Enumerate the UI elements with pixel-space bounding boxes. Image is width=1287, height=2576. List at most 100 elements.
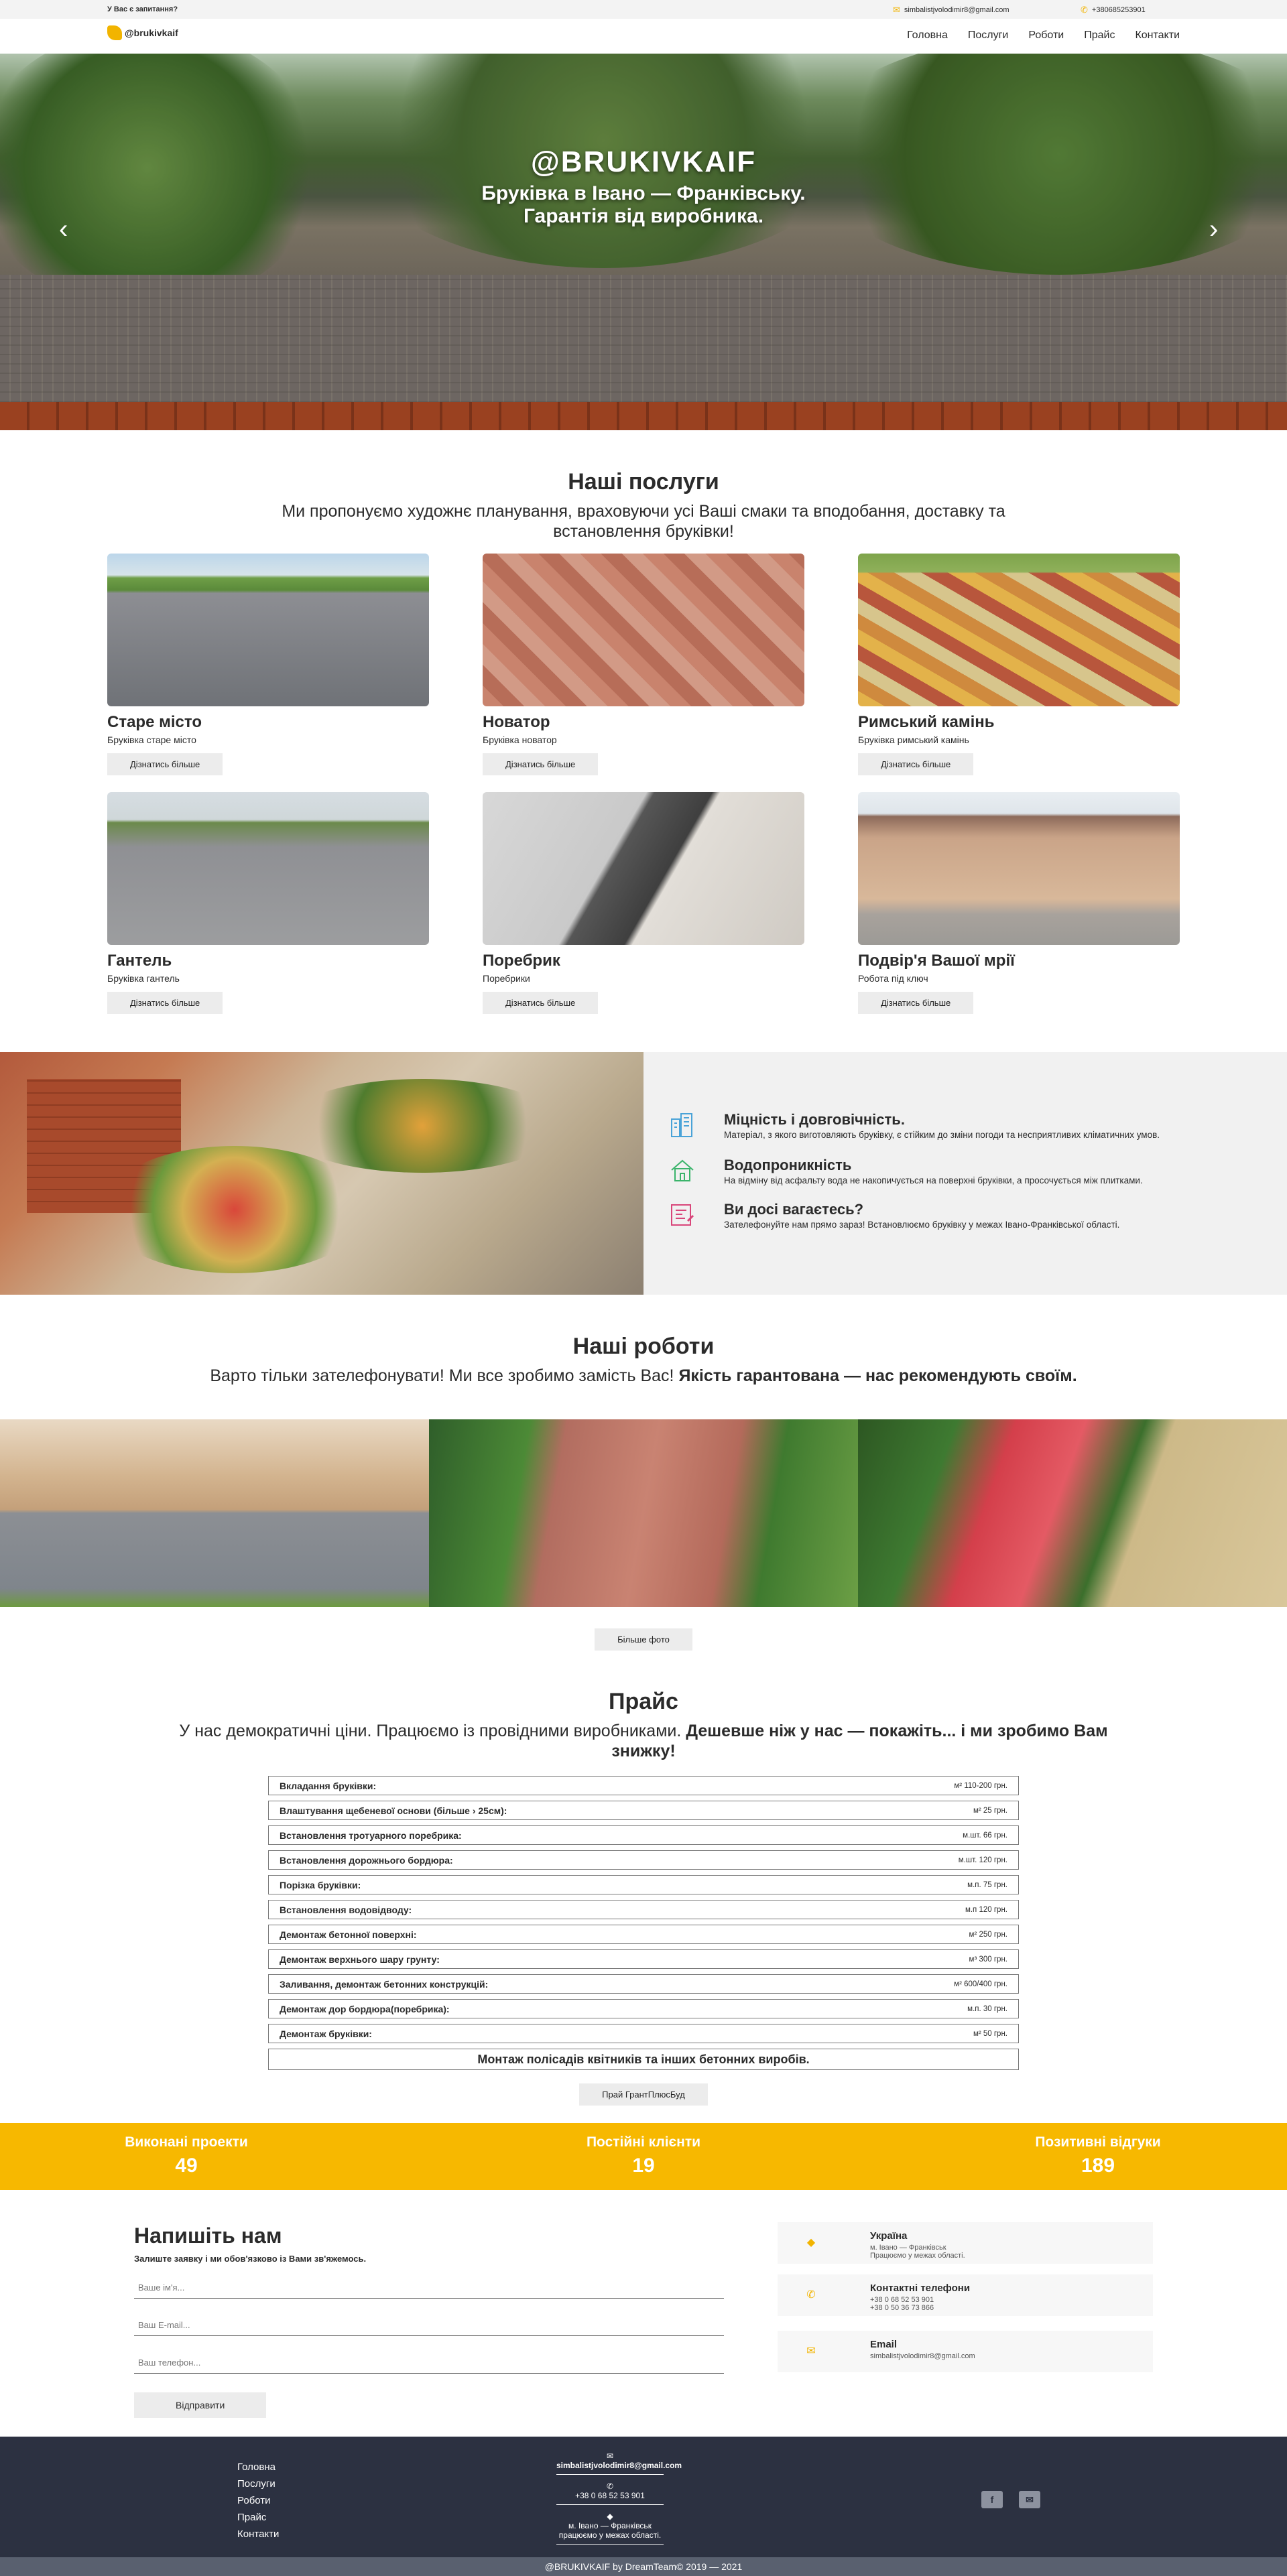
footer-nav-services[interactable]: Послуги: [237, 2475, 279, 2492]
phone-icon: ✆: [806, 2289, 816, 2301]
footer: Головна Послуги Роботи Прайс Контакти ✉ s…: [0, 2437, 1287, 2557]
topbar-email-text: simbalistjvolodimir8@gmail.com: [904, 6, 1009, 14]
footer-nav-home[interactable]: Головна: [237, 2459, 279, 2475]
service-desc: Бруківка гантель: [107, 973, 180, 984]
price-list-button[interactable]: Прай ГрантПлюсБуд: [579, 2083, 708, 2106]
logo[interactable]: @brukivkaif: [107, 25, 178, 40]
price-item: Порізка бруківки:: [280, 1879, 361, 1890]
info-title: Контактні телефони: [870, 2282, 971, 2294]
price-value: м² 110-200 грн.: [954, 1781, 1007, 1790]
footer-email-text: simbalistjvolodimir8@gmail.com: [556, 2461, 682, 2470]
stats-band: Виконані проекти 49 Постійні клієнти 19 …: [0, 2123, 1287, 2190]
mail-icon[interactable]: ✉: [1019, 2491, 1040, 2508]
more-photos-button[interactable]: Більше фото: [595, 1628, 692, 1651]
topbar-phone[interactable]: ✆ +380685253901: [1081, 5, 1146, 15]
price-value: м.п 120 грн.: [965, 1905, 1007, 1914]
footer-nav-works[interactable]: Роботи: [237, 2492, 279, 2509]
price-title: Прайс: [609, 1689, 678, 1714]
service-image: [858, 554, 1180, 706]
learn-more-button[interactable]: Дізнатись більше: [858, 992, 974, 1014]
price-mont-note: Монтаж полісадів квітників та інших бето…: [268, 2049, 1019, 2070]
phone-icon: ✆: [606, 2482, 614, 2491]
contact-form: Напишіть нам Залиште заявку і ми обов'яз…: [134, 2224, 724, 2418]
footer-nav-price[interactable]: Прайс: [237, 2509, 279, 2526]
work-photo[interactable]: [0, 1419, 429, 1607]
topbar-email[interactable]: ✉ simbalistjvolodimir8@gmail.com: [893, 5, 1009, 15]
hero-title: @BRUKIVKAIF: [530, 145, 757, 178]
price-row: Демонтаж верхнього шару грунту: м³ 300 гр…: [268, 1949, 1019, 1969]
price-value: м.шт. 120 грн.: [958, 1856, 1007, 1864]
footer-nav-contacts[interactable]: Контакти: [237, 2526, 279, 2542]
price-table: Вкладання бруківки: м² 110-200 грн. Влашт…: [268, 1776, 1019, 2106]
name-input[interactable]: [134, 2277, 724, 2299]
price-subtitle-plain: У нас демократичні ціни. Працюємо із про…: [179, 1722, 682, 1740]
info-text: м. Івано — Франківськ Працюємо у межах об…: [870, 2244, 965, 2260]
info-line[interactable]: simbalistjvolodimir8@gmail.com: [870, 2352, 975, 2360]
service-desc: Робота під ключ: [858, 973, 928, 984]
learn-more-button[interactable]: Дізнатись більше: [107, 992, 223, 1014]
more-photos-wrap: Більше фото: [568, 1628, 719, 1651]
service-title: Гантель: [107, 952, 172, 970]
info-line: м. Івано — Франківськ: [870, 2244, 946, 2252]
phone-input[interactable]: [134, 2352, 724, 2374]
slider-prev-icon[interactable]: ‹: [59, 214, 68, 245]
works-subtitle-bold: Якість гарантована — нас рекомендують св…: [678, 1366, 1077, 1385]
feature-text: На відміну від асфальту вода не накопичу…: [724, 1175, 1143, 1185]
services-title: Наші послуги: [568, 469, 719, 495]
nav-services[interactable]: Послуги: [968, 29, 1009, 42]
header: @brukivkaif Головна Послуги Роботи Прайс…: [0, 19, 1287, 54]
stat-reviews: Позитивні відгуки 189: [930, 2134, 1266, 2177]
info-line[interactable]: +38 0 68 52 53 901: [870, 2296, 934, 2304]
learn-more-button[interactable]: Дізнатись більше: [483, 992, 599, 1014]
feature-text: Матеріал, з якого виготовляють бруківку,…: [724, 1130, 1160, 1140]
price-item: Вкладання бруківки:: [280, 1780, 377, 1791]
price-value: м² 600/400 грн.: [954, 1980, 1007, 1988]
info-text: +38 0 68 52 53 901 +38 0 50 36 73 866: [870, 2296, 934, 2312]
stat-value: 189: [1081, 2154, 1115, 2177]
service-image: [483, 554, 804, 706]
info-title: Email: [870, 2339, 898, 2350]
price-item: Демонтаж бетонної поверхні:: [280, 1929, 417, 1940]
nav-home[interactable]: Головна: [907, 29, 948, 42]
price-subtitle-bold: Дешевше ніж у нас — покажіть... і ми зро…: [611, 1722, 1108, 1760]
topbar-phone-text: +380685253901: [1091, 6, 1146, 14]
house-icon: [671, 1159, 694, 1181]
price-item: Влаштування щебеневої основи (більше › 2…: [280, 1805, 507, 1816]
photo-flowerbed: [282, 1079, 563, 1173]
service-title: Новатор: [483, 713, 550, 731]
info-line[interactable]: +38 0 50 36 73 866: [870, 2304, 934, 2312]
nav-works[interactable]: Роботи: [1028, 29, 1064, 42]
work-photo[interactable]: [858, 1419, 1287, 1607]
feature-title: Водопроникність: [724, 1157, 852, 1173]
service-image: [107, 792, 429, 945]
hero-slider: @BRUKIVKAIF Бруківка в Івано — Франківсь…: [0, 54, 1287, 430]
service-title: Поребрик: [483, 952, 560, 970]
facebook-icon[interactable]: f: [981, 2491, 1003, 2508]
hero-subtitle-line2: Гарантія від виробника.: [523, 205, 764, 227]
work-photo[interactable]: [429, 1419, 858, 1607]
footer-phone[interactable]: ✆ +38 0 68 52 53 901: [556, 2479, 664, 2505]
email-input[interactable]: [134, 2315, 724, 2336]
learn-more-button[interactable]: Дізнатись більше: [107, 753, 223, 775]
service-image: [107, 554, 429, 706]
slider-next-icon[interactable]: ›: [1209, 214, 1218, 245]
phone-icon: ✆: [1081, 5, 1088, 15]
send-button[interactable]: Відправити: [134, 2392, 267, 2418]
learn-more-button[interactable]: Дізнатись більше: [483, 753, 599, 775]
price-value: м.шт. 66 грн.: [963, 1831, 1007, 1840]
stat-value: 19: [632, 2154, 655, 2177]
footer-phone-text: +38 0 68 52 53 901: [575, 2491, 645, 2500]
info-line: Працюємо у межах області.: [870, 2252, 965, 2260]
nav-contacts[interactable]: Контакти: [1135, 29, 1180, 42]
envelope-icon: ✉: [806, 2345, 816, 2357]
price-item: Встановлення дорожнього бордюра:: [280, 1854, 453, 1866]
works-subtitle: Варто тільки зателефонувати! Ми все зроб…: [201, 1366, 1086, 1386]
learn-more-button[interactable]: Дізнатись більше: [858, 753, 974, 775]
service-card: Подвір'я Вашої мрії Робота під ключ Дізн…: [858, 792, 1180, 1014]
stat-projects: Виконані проекти 49: [19, 2134, 354, 2177]
footer-email[interactable]: ✉ simbalistjvolodimir8@gmail.com: [556, 2449, 682, 2475]
service-card: Римський камінь Бруківка римський камінь…: [858, 554, 1180, 775]
services-subtitle: Ми пропонуємо художнє планування, врахов…: [282, 502, 1005, 541]
price-row: Порізка бруківки: м.п. 75 грн.: [268, 1875, 1019, 1894]
nav-price[interactable]: Прайс: [1084, 29, 1115, 42]
